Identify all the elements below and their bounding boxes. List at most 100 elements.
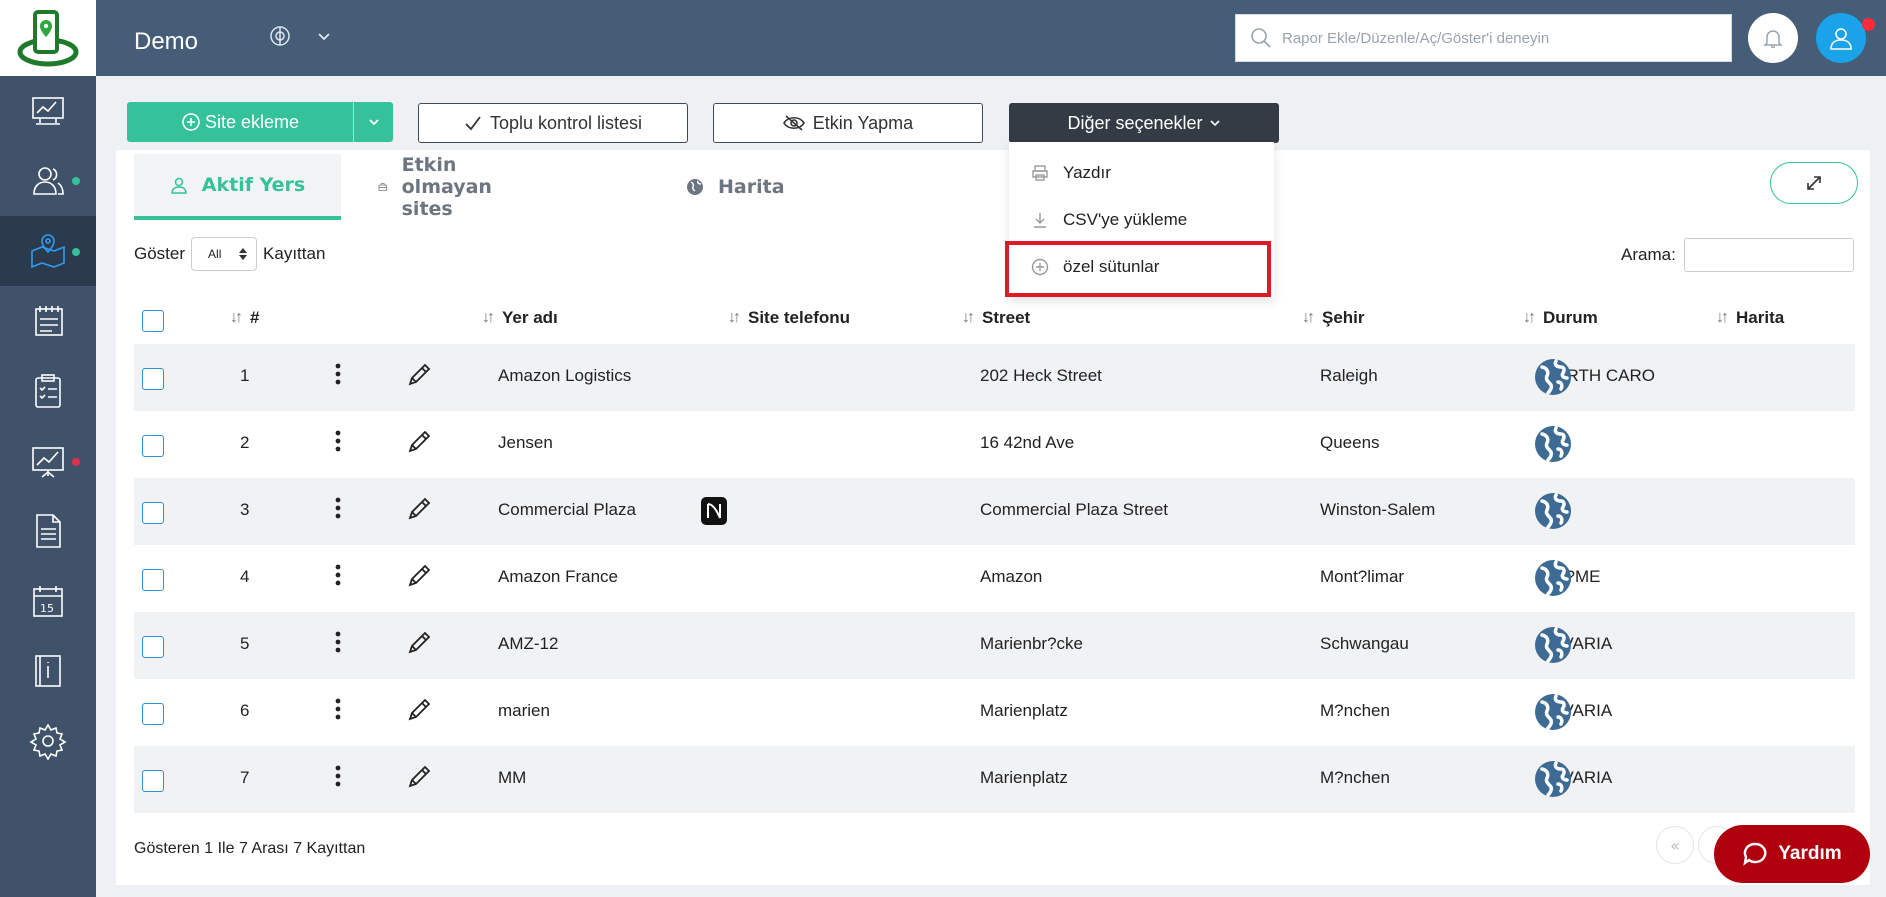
- pencil-icon: [408, 631, 431, 654]
- row-map-button[interactable]: [1534, 693, 1572, 731]
- user-avatar-button[interactable]: [1816, 13, 1866, 63]
- help-button[interactable]: Yardım: [1714, 825, 1870, 883]
- row-edit-button[interactable]: [406, 630, 432, 661]
- globe-icon: [1535, 426, 1571, 462]
- select-all-checkbox[interactable]: [142, 310, 164, 332]
- row-street: Commercial Plaza Street: [980, 500, 1169, 519]
- row-actions-menu[interactable]: [334, 563, 342, 592]
- sort-icon: ↓↑: [962, 309, 975, 326]
- sidebar-item-sites[interactable]: [0, 216, 96, 286]
- row-actions-menu[interactable]: [334, 362, 342, 391]
- row-map-button[interactable]: [1534, 559, 1572, 597]
- row-actions-menu[interactable]: [334, 496, 342, 525]
- row-map-button[interactable]: [1534, 425, 1572, 463]
- row-map-button[interactable]: [1534, 492, 1572, 530]
- sidebar-item-info[interactable]: [0, 636, 96, 706]
- calendar-icon: 15: [33, 586, 63, 617]
- column-phone[interactable]: ↓↑ Site telefonu: [728, 308, 850, 328]
- column-street[interactable]: ↓↑ Street: [962, 308, 1030, 328]
- bell-icon: [1763, 30, 1783, 48]
- column-map[interactable]: ↓↑ Harita: [1716, 308, 1784, 328]
- row-checkbox[interactable]: [142, 636, 164, 658]
- row-checkbox[interactable]: [142, 703, 164, 725]
- row-actions-menu[interactable]: [334, 429, 342, 458]
- row-checkbox[interactable]: [142, 502, 164, 524]
- briefcase-icon: [378, 183, 388, 191]
- sidebar-item-users[interactable]: [0, 146, 96, 216]
- row-actions-menu[interactable]: [334, 764, 342, 793]
- more-options-button[interactable]: Diğer seçenekler: [1009, 103, 1279, 143]
- language-icon[interactable]: [268, 24, 292, 52]
- column-name[interactable]: ↓↑ Yer adı: [482, 308, 558, 328]
- row-checkbox[interactable]: [142, 368, 164, 390]
- map-pin-icon: [31, 234, 65, 269]
- records-label: Kayıttan: [263, 244, 326, 263]
- expand-button[interactable]: [1770, 162, 1858, 204]
- table-row: 6 marien Marienplatz M?nchen BAVARIA: [134, 679, 1855, 746]
- row-checkbox[interactable]: [142, 435, 164, 457]
- sites-card: Aktif Yers Etkin olmayan sites Harita Gö…: [116, 150, 1870, 885]
- row-actions-menu[interactable]: [334, 697, 342, 726]
- row-site-name: Amazon France: [498, 567, 618, 586]
- row-number: 3: [240, 500, 250, 519]
- row-city: Queens: [1320, 433, 1380, 452]
- row-edit-button[interactable]: [406, 429, 432, 460]
- sidebar-item-notes[interactable]: [0, 286, 96, 356]
- column-city[interactable]: ↓↑ Şehir: [1302, 308, 1365, 328]
- column-state[interactable]: ↓↑ Durum: [1523, 308, 1598, 328]
- row-map-button[interactable]: [1534, 760, 1572, 798]
- search-input[interactable]: [1282, 29, 1722, 47]
- sort-icon: ↓↑: [230, 309, 243, 326]
- notifications-button[interactable]: [1748, 13, 1798, 63]
- table-search-input[interactable]: [1683, 238, 1854, 272]
- tab-map[interactable]: Harita: [686, 154, 785, 220]
- row-checkbox[interactable]: [142, 569, 164, 591]
- row-actions-menu[interactable]: [334, 630, 342, 659]
- sort-icon: ↓↑: [482, 309, 495, 326]
- menu-item-print-label: Yazdır: [1063, 163, 1111, 182]
- global-search[interactable]: [1235, 14, 1732, 62]
- menu-item-csv[interactable]: CSV'ye yükleme: [1009, 197, 1274, 243]
- sidebar-item-dashboard[interactable]: [0, 76, 96, 146]
- row-map-button[interactable]: [1534, 358, 1572, 396]
- tab-inactive-sites[interactable]: Etkin olmayan sites: [378, 154, 502, 220]
- add-site-dropdown-toggle[interactable]: [353, 102, 393, 142]
- row-edit-button[interactable]: [406, 764, 432, 795]
- row-edit-button[interactable]: [406, 563, 432, 594]
- chevron-down-icon[interactable]: [316, 28, 332, 48]
- chat-bubble-icon: [1743, 842, 1767, 866]
- row-edit-button[interactable]: [406, 697, 432, 728]
- sort-icon: ↓↑: [1302, 309, 1315, 326]
- deactivate-button[interactable]: Etkin Yapma: [713, 103, 983, 143]
- sidebar-item-settings[interactable]: [0, 706, 96, 776]
- row-number: 5: [240, 634, 250, 653]
- row-site-name: marien: [498, 701, 550, 720]
- globe-icon: [1535, 761, 1571, 797]
- column-index[interactable]: ↓↑ #: [230, 308, 259, 328]
- row-checkbox[interactable]: [142, 770, 164, 792]
- custom-columns-highlight: [1005, 241, 1271, 297]
- add-site-button[interactable]: Site ekleme: [127, 102, 353, 142]
- app-logo[interactable]: [0, 0, 96, 76]
- add-site-button-group: Site ekleme: [127, 102, 393, 142]
- sidebar-item-reports[interactable]: [0, 426, 96, 496]
- kebab-menu-icon: [335, 765, 341, 787]
- page-length-select[interactable]: All: [191, 237, 258, 271]
- page-length-value: All: [208, 247, 222, 261]
- sidebar-item-tasks[interactable]: [0, 356, 96, 426]
- bulk-checklist-button[interactable]: Toplu kontrol listesi: [418, 103, 688, 143]
- menu-item-print[interactable]: Yazdır: [1009, 150, 1274, 196]
- user-icon: [171, 177, 187, 194]
- row-edit-button[interactable]: [406, 362, 432, 393]
- sidebar-item-calendar[interactable]: 15: [0, 566, 96, 636]
- row-map-button[interactable]: [1534, 626, 1572, 664]
- search-icon: [1251, 28, 1271, 48]
- kebab-menu-icon: [335, 363, 341, 385]
- row-street: 202 Heck Street: [980, 366, 1102, 385]
- first-page-button[interactable]: «: [1656, 826, 1694, 864]
- row-edit-button[interactable]: [406, 496, 432, 527]
- tab-active-sites[interactable]: Aktif Yers: [134, 154, 341, 220]
- page-length-control: Göster All Kayıttan: [134, 237, 325, 271]
- row-street: Marienplatz: [980, 701, 1068, 720]
- sidebar-item-documents[interactable]: [0, 496, 96, 566]
